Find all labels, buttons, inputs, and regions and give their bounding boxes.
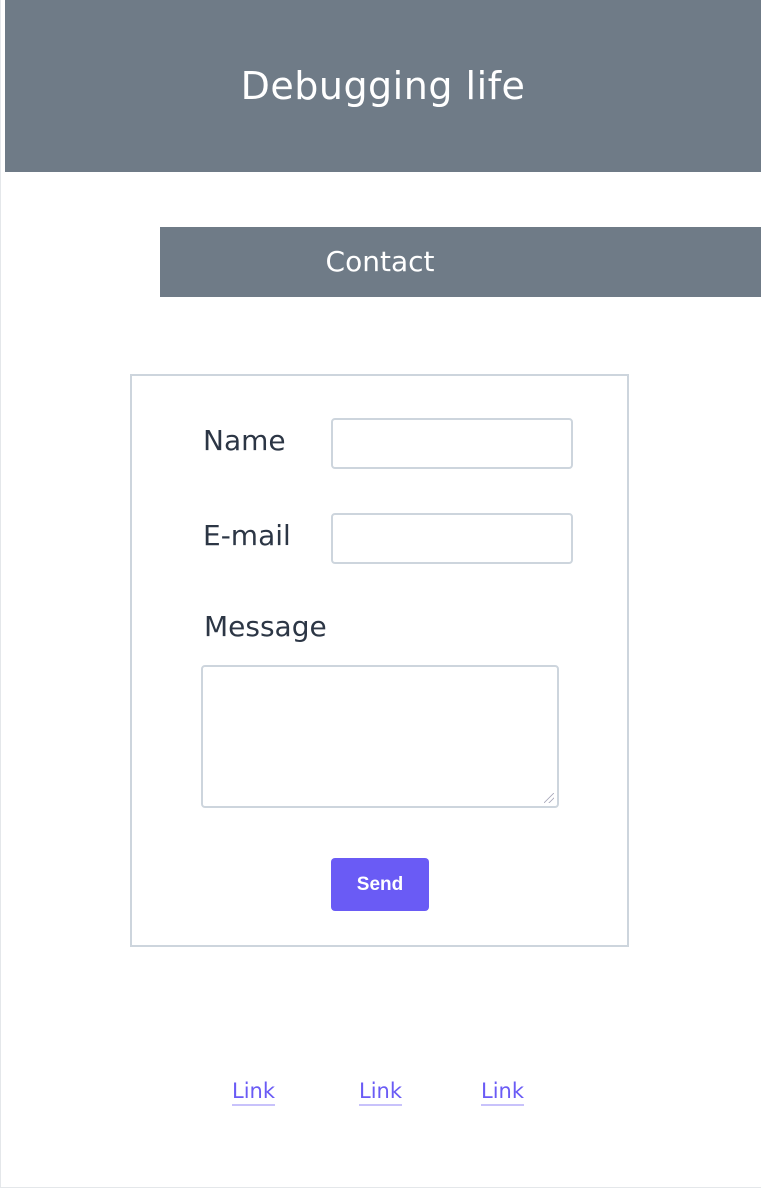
name-input[interactable] [331, 418, 573, 469]
footer-link-2[interactable]: Link [359, 1078, 403, 1106]
page-edge [0, 0, 1, 1188]
email-label: E-mail [203, 519, 291, 552]
message-textarea[interactable] [201, 665, 559, 808]
site-header: Debugging life [5, 0, 761, 172]
message-label: Message [204, 610, 327, 643]
contact-banner: Contact [160, 227, 761, 297]
section-title: Contact [325, 245, 435, 278]
footer-link-1[interactable]: Link [232, 1078, 276, 1106]
send-button[interactable]: Send [331, 858, 429, 911]
resize-handle-icon[interactable] [544, 793, 554, 803]
name-label: Name [203, 424, 286, 457]
site-title: Debugging life [240, 64, 526, 108]
email-input[interactable] [331, 513, 573, 564]
footer-link-3[interactable]: Link [481, 1078, 525, 1106]
